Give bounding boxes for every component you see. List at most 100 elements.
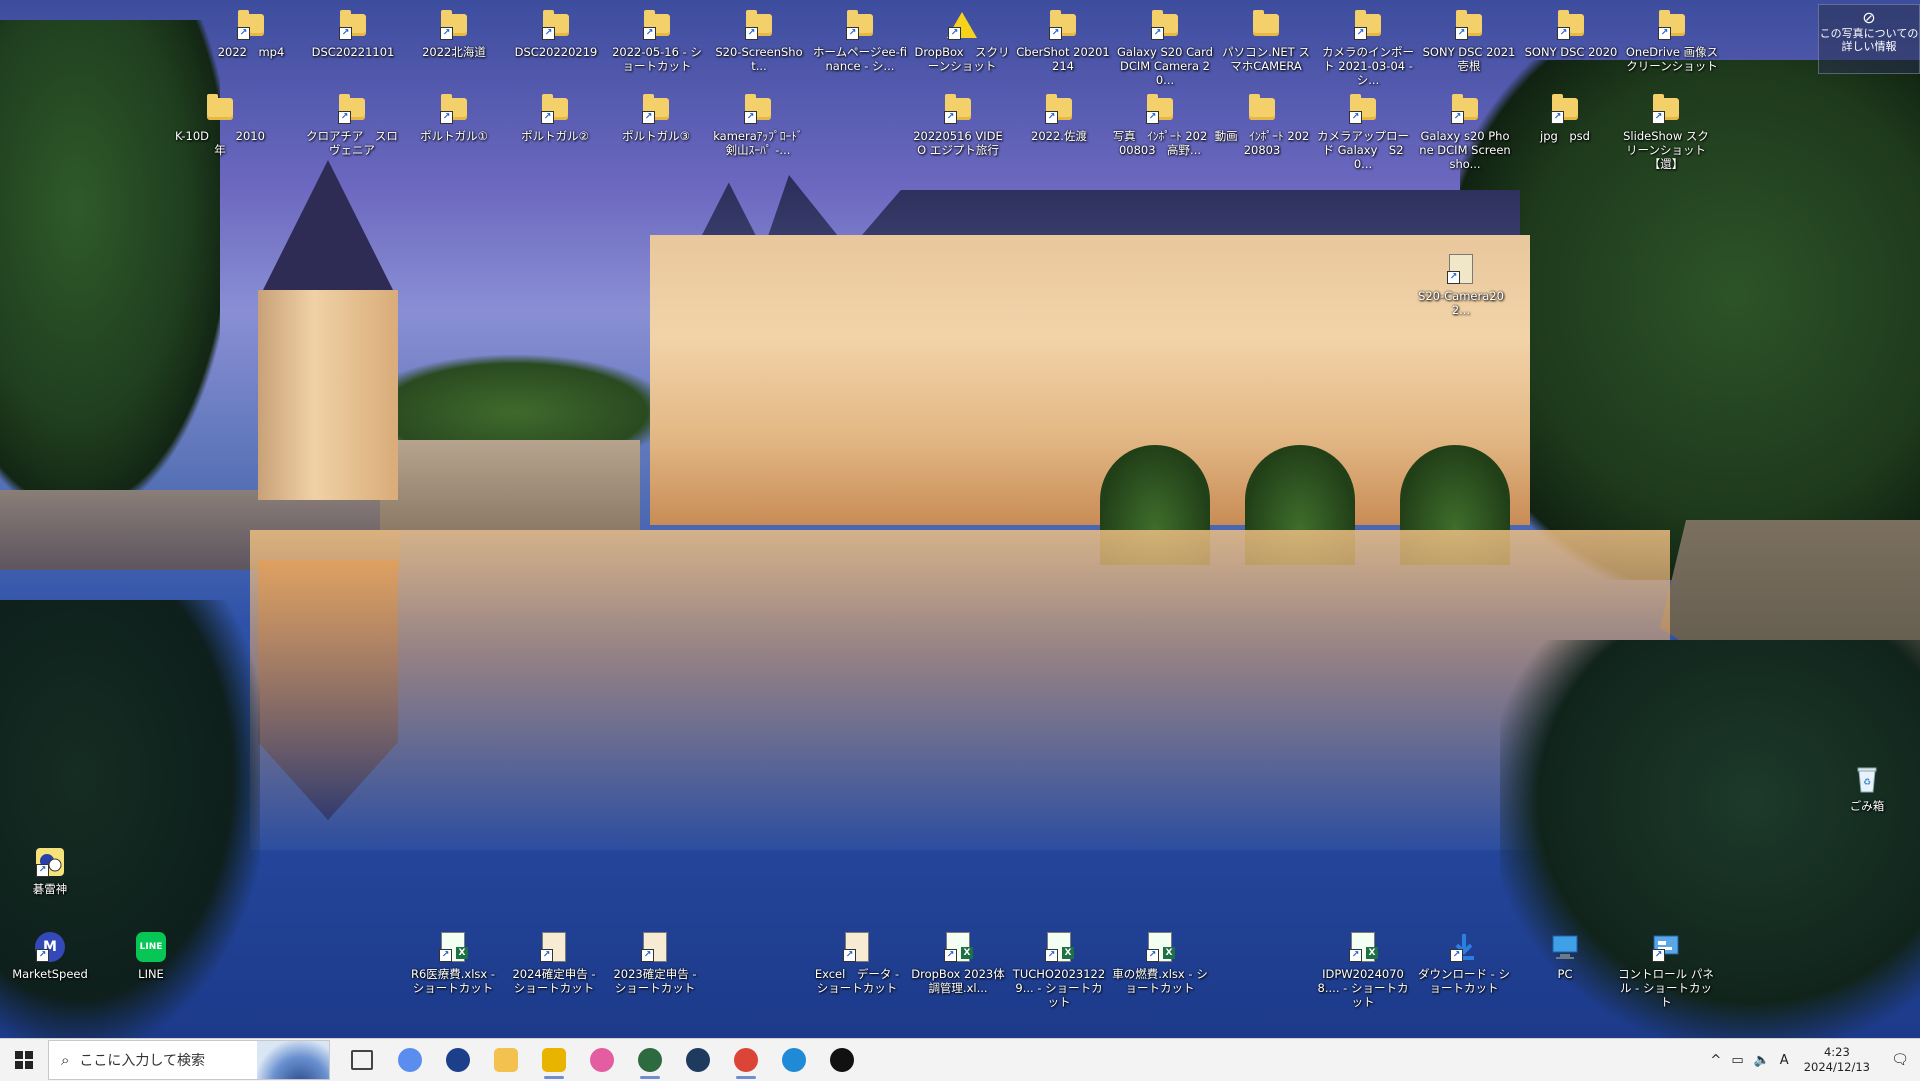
desktop-icon[interactable]: ↗ カメラアップロード Galaxy S20... [1315, 92, 1411, 171]
folder-shortcut-icon: ↗ [438, 8, 470, 42]
folder-shortcut-icon: ↗ [540, 8, 572, 42]
icon-label: 2022北海道 [422, 45, 486, 59]
desktop-icon[interactable]: ↗ Galaxy S20 Card DCIM Camera 20... [1117, 8, 1213, 87]
desktop-icon[interactable]: ↗IDPW20240708.... - ショートカット [1315, 930, 1411, 1009]
desktop-icon[interactable]: K-10D 2010年 [172, 92, 268, 157]
desktop-icon[interactable]: ↗ ダウンロード - ショートカット [1416, 930, 1512, 995]
taskbar-search-box[interactable]: ⌕ ここに入力して検索 [48, 1040, 330, 1080]
wallpaper-tree-left [0, 20, 220, 490]
desktop-icon[interactable]: ↗ クロアチア スロヴェニア [304, 92, 400, 157]
desktop-icon[interactable]: ↗ 2023確定申告 - ショートカット [607, 930, 703, 995]
taskbar-app-color-app[interactable] [578, 1039, 626, 1081]
taskbar-app-copilot[interactable] [386, 1039, 434, 1081]
document-shortcut-icon: ↗ [538, 930, 570, 964]
desktop-icon[interactable]: ↗ SlideShow スクリーンショット 【還】 [1618, 92, 1714, 171]
search-icon: ⌕ [61, 1051, 70, 1069]
tray-overflow-chevron-icon[interactable]: ^ [1705, 1053, 1726, 1068]
desktop-icon[interactable]: ↗TUCHO20231229... - ショートカット [1011, 930, 1107, 1009]
taskbar-app-globe-app-2[interactable] [674, 1039, 722, 1081]
icon-label: Excel データ - ショートカット [814, 967, 900, 995]
desktop-icon[interactable]: ↗ DSC20220219 [508, 8, 604, 59]
desktop-icon[interactable]: ↗ S20-ScreenShot... [711, 8, 807, 73]
desktop-icon[interactable]: ↗ 写真 ｲﾝﾎﾟｰﾄ 20200803 高野... [1112, 92, 1208, 157]
desktop-icon[interactable]: LINE LINE [103, 930, 199, 981]
taskbar-app-task-view[interactable] [338, 1039, 386, 1081]
taskbar-app-edge[interactable] [770, 1039, 818, 1081]
desktop-icon[interactable]: ↗ コントロール パネル - ショートカット [1618, 930, 1714, 1009]
icon-label: ポルトガル② [521, 129, 589, 143]
copilot-icon [398, 1048, 422, 1072]
globe-app-1-icon [638, 1048, 662, 1072]
taskbar-app-globe-app-1[interactable] [626, 1039, 674, 1081]
desktop-icon[interactable]: ↗ CberShot 20201214 [1015, 8, 1111, 73]
desktop-icon[interactable]: ↗ 2022-05-16 - ショートカット [609, 8, 705, 73]
desktop-icon[interactable]: M ↗ MarketSpeed [2, 930, 98, 981]
start-button[interactable] [0, 1039, 48, 1081]
folder-shortcut-icon: ↗ [336, 92, 368, 126]
taskbar-app-mt4[interactable] [434, 1039, 482, 1081]
desktop-icon[interactable]: ↗ 2022 mp4 [203, 8, 299, 59]
audio-app-icon [830, 1048, 854, 1072]
desktop-icon[interactable]: ↗ jpg psd [1517, 92, 1613, 143]
desktop-icon[interactable]: ↗ ポルトガル③ [608, 92, 704, 143]
desktop-icon[interactable]: ↗ Galaxy s20 Phone DCIM Screensho... [1417, 92, 1513, 171]
desktop-icon[interactable]: ↗ kameraｱｯﾌﾟﾛｰﾄﾞ 剣山ｽｰﾊﾟ -... [710, 92, 806, 157]
windows-logo-icon [15, 1051, 33, 1069]
taskbar-clock[interactable]: 4:23 2024/12/13 [1794, 1045, 1880, 1075]
desktop-icon[interactable]: ↗ DropBox スクリーンショット [914, 8, 1010, 73]
desktop-icon[interactable]: ↗ DropBox 2023体調管理.xl... [910, 930, 1006, 995]
desktop-icon[interactable]: ↗ 2022北海道 [406, 8, 502, 59]
network-icon[interactable]: ▭ [1726, 1053, 1748, 1068]
icon-label: ポルトガル① [420, 129, 488, 143]
clock-time: 4:23 [1823, 1045, 1850, 1059]
desktop-icon[interactable]: ↗ 20220516 VIDEO エジプト旅行 [910, 92, 1006, 157]
taskbar-app-sunflower-app[interactable] [530, 1039, 578, 1081]
icon-label: SlideShow スクリーンショット 【還】 [1623, 129, 1709, 171]
folder-icon [1250, 8, 1282, 42]
desktop-icon-app[interactable]: ↗ 碁雷神 [2, 845, 98, 896]
desktop-icon[interactable]: ↗ OneDrive 画像スクリーンショット [1624, 8, 1720, 73]
desktop-icon[interactable]: 動画 ｲﾝﾎﾟｰﾄ 20220803 [1214, 92, 1310, 157]
desktop-icon[interactable]: ↗ カメラのインポート 2021-03-04 - シ... [1320, 8, 1416, 87]
icon-label: Galaxy S20 Card DCIM Camera 20... [1117, 45, 1213, 87]
desktop-icon[interactable]: ↗ ポルトガル① [406, 92, 502, 143]
desktop-icon[interactable]: ↗ SONY DSC 2021 壱根 [1421, 8, 1517, 73]
taskbar-app-chrome[interactable] [722, 1039, 770, 1081]
desktop-icon-s20-camera[interactable]: ↗ S20-Camera202... [1413, 252, 1509, 317]
excel-file-icon: ↗ [1347, 930, 1379, 964]
desktop-icon[interactable]: ↗ ホームページee-finance - シ... [812, 8, 908, 73]
edge-icon [782, 1048, 806, 1072]
desktop-icon[interactable]: ↗ Excel データ - ショートカット [809, 930, 905, 995]
photo-info-button[interactable]: ⊘ この写真についての 詳しい情報 [1818, 4, 1920, 74]
icon-label: ポルトガル③ [622, 129, 690, 143]
desktop-icon-recycle-bin[interactable]: ♻ ごみ箱 [1819, 762, 1915, 813]
icon-label: カメラのインポート 2021-03-04 - シ... [1322, 45, 1414, 87]
ime-indicator[interactable]: A [1775, 1053, 1794, 1068]
volume-icon[interactable]: 🔈 [1749, 1053, 1775, 1068]
desktop-icon[interactable]: PC [1517, 930, 1613, 981]
icon-label: 動画 ｲﾝﾎﾟｰﾄ 20220803 [1214, 129, 1310, 157]
document-shortcut-icon: ↗ [639, 930, 671, 964]
marketspeed-app-icon: M ↗ [34, 930, 66, 964]
notification-center-button[interactable]: 🗨 [1880, 1039, 1920, 1081]
search-placeholder: ここに入力して検索 [79, 1053, 205, 1069]
icon-label: 2023確定申告 - ショートカット [613, 967, 697, 995]
icon-label: jpg psd [1540, 129, 1590, 143]
desktop-icon[interactable]: ↗ 2024確定申告 - ショートカット [506, 930, 602, 995]
icon-label: ダウンロード - ショートカット [1418, 967, 1510, 995]
taskbar-app-audio-app[interactable] [818, 1039, 866, 1081]
desktop-icon[interactable]: ↗ 2022.佐渡 [1011, 92, 1107, 143]
desktop-icon[interactable]: ↗ R6医療費.xlsx - ショートカット [405, 930, 501, 995]
desktop-icon[interactable]: パソコン.NET スマホCAMERA [1218, 8, 1314, 73]
desktop-icon[interactable]: ↗ 車の燃費.xlsx - ショートカット [1112, 930, 1208, 995]
icon-label: 2024確定申告 - ショートカット [512, 967, 596, 995]
taskbar-app-file-explorer[interactable] [482, 1039, 530, 1081]
icon-label: OneDrive 画像スクリーンショット [1625, 45, 1719, 73]
control-panel-icon: ↗ [1650, 930, 1682, 964]
desktop-icon[interactable]: ↗ ポルトガル② [507, 92, 603, 143]
desktop-icon[interactable]: ↗ DSC20221101 [305, 8, 401, 59]
wallpaper-tower [258, 290, 398, 500]
icon-label: LINE [138, 967, 164, 981]
desktop[interactable]: ↗ 2022 mp4 ↗ DSC20221101 ↗ 2022北海道 ↗ DSC2022021… [0, 0, 1920, 1038]
desktop-icon[interactable]: ↗ SONY DSC 2020 [1523, 8, 1619, 59]
